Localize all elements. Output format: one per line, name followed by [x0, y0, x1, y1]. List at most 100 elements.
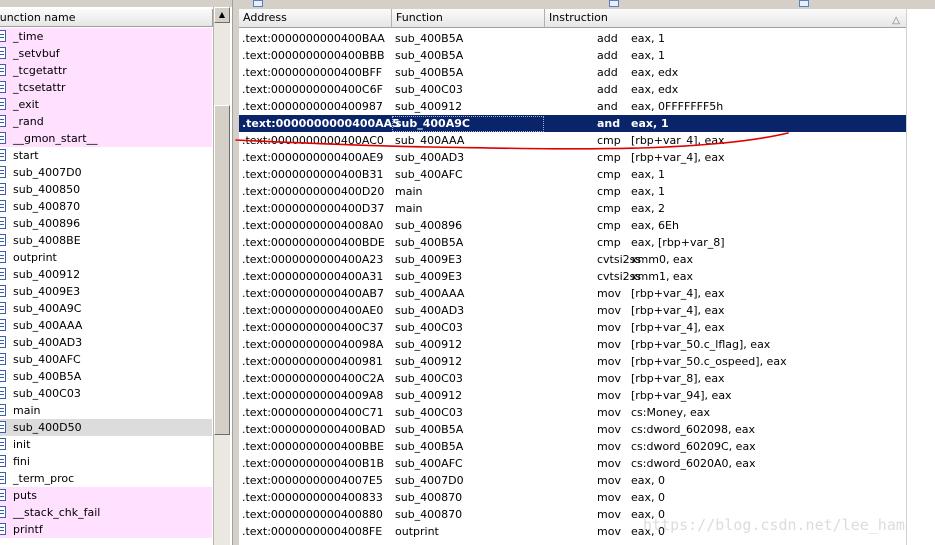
function-list-item[interactable]: _setvbuf: [0, 45, 212, 62]
xref-address: .text:0000000000400B1B: [242, 457, 384, 470]
function-list-item[interactable]: __gmon_start__: [0, 130, 212, 147]
function-list-item[interactable]: init: [0, 436, 212, 453]
xref-row[interactable]: .text:0000000000400C2A sub_400C03 mov [rbp+…: [239, 370, 906, 387]
xref-row[interactable]: .text:0000000000400BAA sub_400B5A add eax, …: [239, 30, 906, 47]
xref-function: sub_400912: [395, 100, 463, 113]
xref-function: sub_400B5A: [395, 423, 464, 436]
xref-row[interactable]: .text:0000000000400833 sub_400870 mov eax, …: [239, 489, 906, 506]
function-list-item[interactable]: printf: [0, 521, 212, 538]
function-icon: [0, 183, 6, 195]
function-icon: [0, 421, 6, 433]
function-list-item[interactable]: sub_400A9C: [0, 300, 212, 317]
xref-function: sub_400870: [395, 508, 463, 521]
function-list-item[interactable]: outprint: [0, 249, 212, 266]
function-list-item[interactable]: sub_400896: [0, 215, 212, 232]
function-name: _rand: [13, 115, 44, 128]
function-list-item[interactable]: sub_400D50: [0, 419, 212, 436]
xref-function: sub_400896: [395, 219, 463, 232]
xref-row[interactable]: .text:0000000000400BAD sub_400B5A mov cs:dw…: [239, 421, 906, 438]
function-name: init: [13, 438, 31, 451]
xref-operands: eax, 1: [631, 168, 666, 181]
xref-mnemonic: mov: [597, 304, 621, 317]
function-icon: [0, 268, 6, 280]
function-list-item[interactable]: sub_4007D0: [0, 164, 212, 181]
window-tab-icon[interactable]: [609, 0, 619, 7]
xref-row[interactable]: .text:0000000000400987 sub_400912 and eax, …: [239, 98, 906, 115]
xref-row[interactable]: .text:0000000000400B31 sub_400AFC cmp eax, …: [239, 166, 906, 183]
xref-row[interactable]: .text:0000000000400B1B sub_400AFC mov cs:dw…: [239, 455, 906, 472]
function-list-item[interactable]: _time: [0, 28, 212, 45]
functions-scrollbar[interactable]: ▲: [213, 7, 230, 545]
function-list-item[interactable]: sub_400AFC: [0, 351, 212, 368]
xref-mnemonic: mov: [597, 355, 621, 368]
xref-row[interactable]: .text:0000000000400AA5 sub_400A9C and eax, …: [239, 115, 906, 132]
xref-row[interactable]: .text:0000000000400AE0 sub_400AD3 mov [rbp+…: [239, 302, 906, 319]
xref-row[interactable]: .text:00000000004009A8 sub_400912 mov [rbp+…: [239, 387, 906, 404]
function-list-item[interactable]: sub_400870: [0, 198, 212, 215]
xref-mnemonic: add: [597, 49, 618, 62]
instruction-column-header[interactable]: Instruction △: [545, 9, 906, 27]
function-list-item[interactable]: sub_4008BE: [0, 232, 212, 249]
function-list-item[interactable]: __stack_chk_fail: [0, 504, 212, 521]
function-list-item[interactable]: puts: [0, 487, 212, 504]
xref-function: outprint: [395, 525, 439, 538]
xrefs-window-toolbar: [239, 0, 935, 9]
xref-row[interactable]: .text:0000000000400C37 sub_400C03 mov [rbp+…: [239, 319, 906, 336]
xref-row[interactable]: .text:0000000000400981 sub_400912 mov [rbp+…: [239, 353, 906, 370]
function-list-item[interactable]: sub_4009E3: [0, 283, 212, 300]
function-list-item[interactable]: _tcgetattr: [0, 62, 212, 79]
xref-address: .text:0000000000400C71: [242, 406, 384, 419]
function-name: main: [13, 404, 41, 417]
xref-row[interactable]: .text:0000000000400BFF sub_400B5A add eax, …: [239, 64, 906, 81]
address-column-header[interactable]: Address: [239, 9, 392, 27]
xref-mnemonic: cmp: [597, 151, 621, 164]
function-list-item[interactable]: _term_proc: [0, 470, 212, 487]
function-list-item[interactable]: fini: [0, 453, 212, 470]
xref-row[interactable]: .text:0000000000400A23 sub_4009E3 cvtsi2ss…: [239, 251, 906, 268]
functions-column-header[interactable]: Function name: [0, 9, 213, 27]
scrollbar-thumb[interactable]: [214, 105, 230, 435]
window-tab-icon[interactable]: [253, 0, 263, 7]
xref-row[interactable]: .text:0000000000400C6F sub_400C03 add eax, …: [239, 81, 906, 98]
function-list-item[interactable]: sub_400850: [0, 181, 212, 198]
xref-row[interactable]: .text:0000000000400BDE sub_400B5A cmp eax, …: [239, 234, 906, 251]
xref-row[interactable]: .text:0000000000400D37 main cmp eax, 2: [239, 200, 906, 217]
function-column-header[interactable]: Function: [392, 9, 545, 27]
scroll-up-arrow-icon[interactable]: ▲: [214, 7, 230, 23]
xref-operands: cs:Money, eax: [631, 406, 710, 419]
xref-row[interactable]: .text:0000000000400AC0 sub_400AAA cmp [rbp+…: [239, 132, 906, 149]
function-list-item[interactable]: sub_400AAA: [0, 317, 212, 334]
xref-row[interactable]: .text:000000000040098A sub_400912 mov [rbp+…: [239, 336, 906, 353]
xref-mnemonic: mov: [597, 491, 621, 504]
xref-row[interactable]: .text:0000000000400A31 sub_4009E3 cvtsi2ss…: [239, 268, 906, 285]
xref-row[interactable]: .text:0000000000400AB7 sub_400AAA mov [rbp+…: [239, 285, 906, 302]
function-list-item[interactable]: _exit: [0, 96, 212, 113]
xref-operands: [rbp+var_4], eax: [631, 287, 725, 300]
xref-address: .text:0000000000400D20: [242, 185, 385, 198]
function-list-item[interactable]: start: [0, 147, 212, 164]
xref-row[interactable]: .text:0000000000400BBB sub_400B5A add eax, …: [239, 47, 906, 64]
xref-function: sub_400C03: [395, 406, 463, 419]
xref-row[interactable]: .text:0000000000400D20 main cmp eax, 1: [239, 183, 906, 200]
function-list-item[interactable]: sub_400912: [0, 266, 212, 283]
window-tab-icon[interactable]: [799, 0, 809, 7]
function-list-item[interactable]: _tcsetattr: [0, 79, 212, 96]
xref-row[interactable]: .text:00000000004007E5 sub_4007D0 mov eax, …: [239, 472, 906, 489]
xref-row[interactable]: .text:0000000000400C71 sub_400C03 mov cs:Mo…: [239, 404, 906, 421]
function-list-item[interactable]: sub_400AD3: [0, 334, 212, 351]
function-list-item[interactable]: main: [0, 402, 212, 419]
function-name: puts: [13, 489, 37, 502]
function-name: printf: [13, 523, 43, 536]
xref-address: .text:0000000000400C37: [242, 321, 384, 334]
function-list-item[interactable]: sub_400C03: [0, 385, 212, 402]
function-icon: [0, 234, 6, 246]
xref-row[interactable]: .text:0000000000400BBE sub_400B5A mov cs:dw…: [239, 438, 906, 455]
pane-splitter[interactable]: [232, 0, 239, 545]
function-list-item[interactable]: sub_400B5A: [0, 368, 212, 385]
xref-operands: eax, 6Eh: [631, 219, 679, 232]
xref-row[interactable]: .text:00000000004008A0 sub_400896 cmp eax, …: [239, 217, 906, 234]
xref-row[interactable]: .text:0000000000400AE9 sub_400AD3 cmp [rbp+…: [239, 149, 906, 166]
function-icon: [0, 98, 6, 110]
function-list-item[interactable]: _rand: [0, 113, 212, 130]
function-icon: [0, 149, 6, 161]
